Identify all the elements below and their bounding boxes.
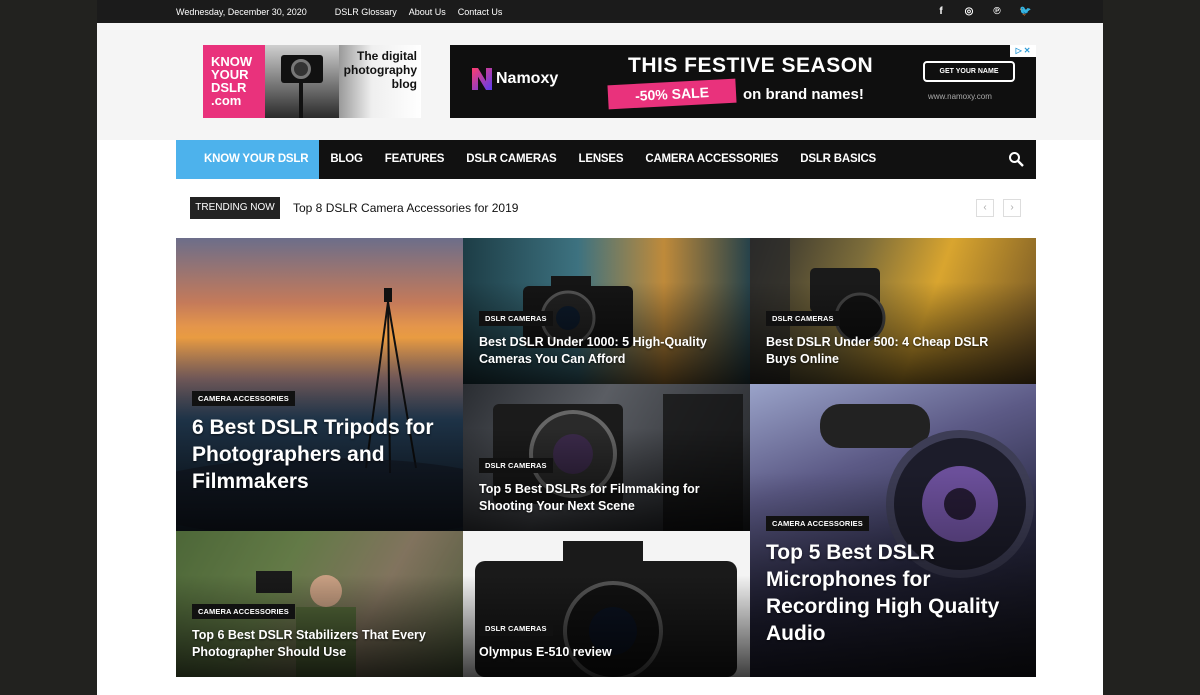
featured-post-dslrs-filmmaking[interactable]: DSLR CAMERAS Top 5 Best DSLRs for Filmma… (463, 384, 750, 531)
featured-post-olympus-e510[interactable]: DSLR CAMERAS Olympus E-510 review (463, 531, 750, 677)
featured-post-dslr-microphones[interactable]: CAMERA ACCESSORIES Top 5 Best DSLR Micro… (750, 384, 1036, 677)
trending-next-button[interactable]: › (1003, 199, 1021, 217)
current-date: Wednesday, December 30, 2020 (176, 6, 307, 17)
twitter-icon[interactable]: 🐦 (1019, 6, 1031, 17)
post-category[interactable]: CAMERA ACCESSORIES (192, 391, 295, 406)
ad-subline: on brand names! (743, 86, 864, 103)
top-link-contact-us[interactable]: Contact Us (458, 7, 503, 17)
post-category[interactable]: DSLR CAMERAS (766, 311, 840, 326)
nav-item-lenses[interactable]: LENSES (568, 140, 635, 179)
post-category[interactable]: CAMERA ACCESSORIES (766, 516, 869, 531)
featured-post-dslr-under-1000[interactable]: DSLR CAMERAS Best DSLR Under 1000: 5 Hig… (463, 238, 750, 384)
ad-sale-badge: -50% SALE (607, 78, 737, 110)
post-title[interactable]: Top 5 Best DSLR Microphones for Recordin… (766, 539, 1022, 647)
logo-tagline: The digital photography blog (339, 45, 421, 118)
namoxy-logo-icon (472, 68, 492, 90)
nav-item-blog[interactable]: BLOG (319, 140, 373, 179)
site-logo[interactable]: KNOW YOUR DSLR .com The digital photogra… (203, 45, 421, 118)
trending-label: TRENDING NOW (190, 197, 280, 219)
featured-post-tripods[interactable]: CAMERA ACCESSORIES 6 Best DSLR Tripods f… (176, 238, 463, 531)
post-category[interactable]: DSLR CAMERAS (479, 458, 553, 473)
nav-item-camera-accessories[interactable]: CAMERA ACCESSORIES (634, 140, 789, 179)
ad-cta-button[interactable]: GET YOUR NAME (923, 61, 1015, 82)
ad-brand-logo: Namoxy (472, 68, 558, 90)
ad-brand-name: Namoxy (496, 70, 559, 87)
post-category[interactable]: CAMERA ACCESSORIES (192, 604, 295, 619)
ad-url: www.namoxy.com (928, 92, 992, 101)
featured-post-dslr-under-500[interactable]: DSLR CAMERAS Best DSLR Under 500: 4 Chea… (750, 238, 1036, 384)
ad-banner[interactable]: Namoxy THIS FESTIVE SEASON -50% SALE on … (450, 45, 1036, 118)
featured-post-dslr-stabilizers[interactable]: CAMERA ACCESSORIES Top 6 Best DSLR Stabi… (176, 531, 463, 677)
main-nav: KNOW YOUR DSLR BLOG FEATURES DSLR CAMERA… (176, 140, 1036, 179)
post-title[interactable]: Olympus E-510 review (479, 644, 736, 661)
top-bar: Wednesday, December 30, 2020 DSLR Glossa… (97, 0, 1103, 23)
nav-item-dslr-basics[interactable]: DSLR BASICS (789, 140, 887, 179)
post-category[interactable]: DSLR CAMERAS (479, 621, 553, 636)
ad-headline: THIS FESTIVE SEASON (628, 54, 874, 77)
nav-item-know-your-dslr[interactable]: KNOW YOUR DSLR (176, 140, 320, 179)
nav-item-features[interactable]: FEATURES (374, 140, 456, 179)
trending-prev-button[interactable]: ‹ (976, 199, 994, 217)
header: KNOW YOUR DSLR .com The digital photogra… (97, 23, 1103, 140)
top-link-dslr-glossary[interactable]: DSLR Glossary (335, 7, 397, 17)
post-title[interactable]: Best DSLR Under 500: 4 Cheap DSLR Buys O… (766, 334, 1022, 368)
facebook-icon[interactable]: f (935, 6, 947, 17)
pinterest-icon[interactable]: ℗ (991, 6, 1003, 17)
adchoices-icon[interactable]: ▷ ✕ (1010, 45, 1036, 57)
trending-headline[interactable]: Top 8 DSLR Camera Accessories for 2019 (293, 201, 518, 215)
post-title[interactable]: Best DSLR Under 1000: 5 High-Quality Cam… (479, 334, 736, 368)
post-title[interactable]: Top 5 Best DSLRs for Filmmaking for Shoo… (479, 481, 736, 515)
logo-camera-image (265, 45, 339, 118)
post-title[interactable]: Top 6 Best DSLR Stabilizers That Every P… (192, 627, 449, 661)
top-link-about-us[interactable]: About Us (409, 7, 446, 17)
post-category[interactable]: DSLR CAMERAS (479, 311, 553, 326)
post-title[interactable]: 6 Best DSLR Tripods for Photographers an… (192, 414, 449, 495)
search-icon[interactable] (1008, 151, 1024, 167)
instagram-icon[interactable]: ◎ (963, 6, 975, 17)
nav-item-dslr-cameras[interactable]: DSLR CAMERAS (455, 140, 567, 179)
logo-text: KNOW YOUR DSLR .com (203, 45, 265, 118)
